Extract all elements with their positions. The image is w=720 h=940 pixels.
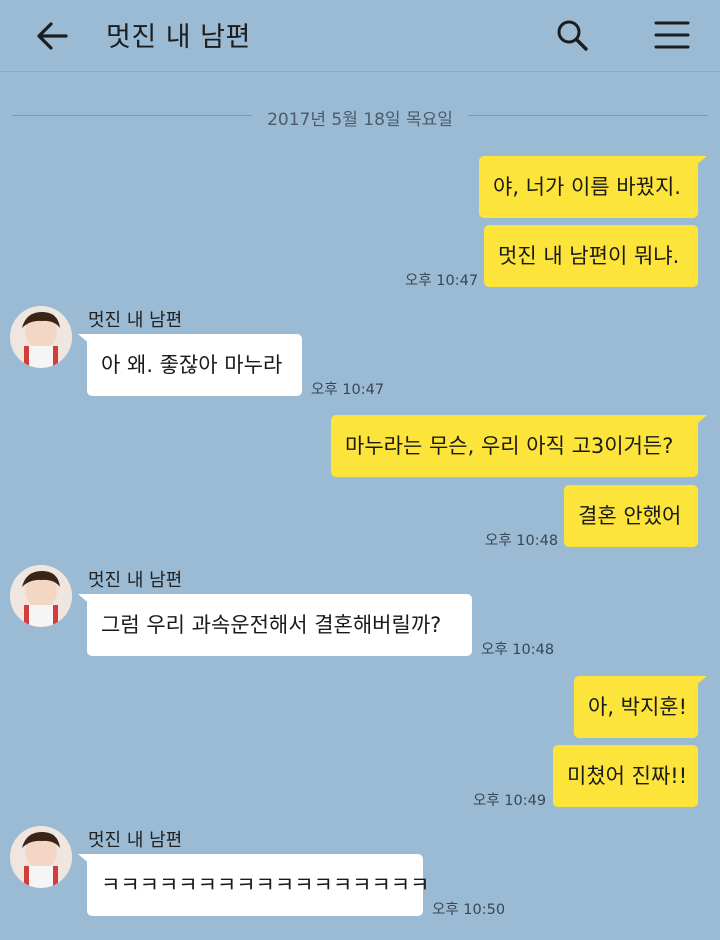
divider-line-right (468, 115, 708, 116)
sender-name: 멋진 내 남편 (88, 830, 183, 851)
bubble-tail (693, 415, 707, 427)
message-text: 야, 너가 이름 바꿨지. (493, 175, 681, 199)
message-time: 오후 10:48 (481, 642, 555, 658)
bubble-tail (693, 156, 707, 168)
hamburger-menu-icon (654, 21, 690, 49)
message-text: 미쳤어 진짜!! (567, 764, 688, 788)
message-text: ㅋㅋㅋㅋㅋㅋㅋㅋㅋㅋㅋㅋㅋㅋㅋㅋㅋ (101, 873, 430, 897)
message-time: 오후 10:50 (432, 902, 506, 918)
date-divider: 2017년 5월 18일 목요일 (12, 100, 708, 132)
my-message-bubble[interactable]: 마누라는 무슨, 우리 아직 고3이거든? (331, 415, 707, 477)
message-text: 마누라는 무슨, 우리 아직 고3이거든? (345, 434, 674, 458)
sender-name: 멋진 내 남편 (88, 570, 183, 591)
contact-avatar[interactable] (10, 306, 72, 368)
message-text: 결혼 안했어 (578, 504, 682, 528)
my-message-bubble[interactable]: 결혼 안했어 (564, 485, 698, 547)
message-time: 오후 10:49 (473, 793, 547, 809)
bubble-tail (78, 854, 92, 866)
search-button[interactable] (550, 14, 594, 58)
chat-title: 멋진 내 남편 (106, 22, 251, 53)
my-message-bubble[interactable]: 야, 너가 이름 바꿨지. (479, 156, 707, 218)
my-message-bubble[interactable]: 멋진 내 남편이 뭐냐. (484, 225, 698, 287)
profile-photo-icon (10, 565, 72, 627)
arrow-left-icon (37, 22, 68, 50)
message-text: 멋진 내 남편이 뭐냐. (498, 244, 680, 268)
back-button[interactable] (30, 14, 74, 58)
contact-message-bubble[interactable]: 그럼 우리 과속운전해서 결혼해버릴까? (78, 594, 472, 656)
contact-message-bubble[interactable]: 아 왜. 좋잖아 마누라 (78, 334, 302, 396)
message-time: 오후 10:47 (405, 273, 479, 289)
my-message-bubble[interactable]: 아, 박지훈! (574, 676, 707, 738)
my-message-bubble[interactable]: 미쳤어 진짜!! (553, 745, 698, 807)
bubble-tail (78, 334, 92, 346)
search-icon (557, 20, 588, 51)
message-text: 아 왜. 좋잖아 마누라 (101, 353, 283, 377)
date-label: 2017년 5월 18일 목요일 (267, 110, 453, 130)
sender-name: 멋진 내 남편 (88, 310, 183, 331)
bubble-tail (693, 676, 707, 688)
menu-button[interactable] (648, 14, 694, 58)
contact-message-bubble[interactable]: ㅋㅋㅋㅋㅋㅋㅋㅋㅋㅋㅋㅋㅋㅋㅋㅋㅋ (78, 854, 429, 916)
bubble-tail (78, 594, 92, 606)
contact-avatar[interactable] (10, 826, 72, 888)
chat-header: 멋진 내 남편 (0, 0, 720, 72)
contact-avatar[interactable] (10, 565, 72, 627)
message-text: 그럼 우리 과속운전해서 결혼해버릴까? (101, 613, 442, 637)
message-time: 오후 10:48 (485, 533, 559, 549)
message-time: 오후 10:47 (311, 382, 385, 398)
profile-photo-icon (10, 306, 72, 368)
profile-photo-icon (10, 826, 72, 888)
message-text: 아, 박지훈! (588, 695, 688, 719)
